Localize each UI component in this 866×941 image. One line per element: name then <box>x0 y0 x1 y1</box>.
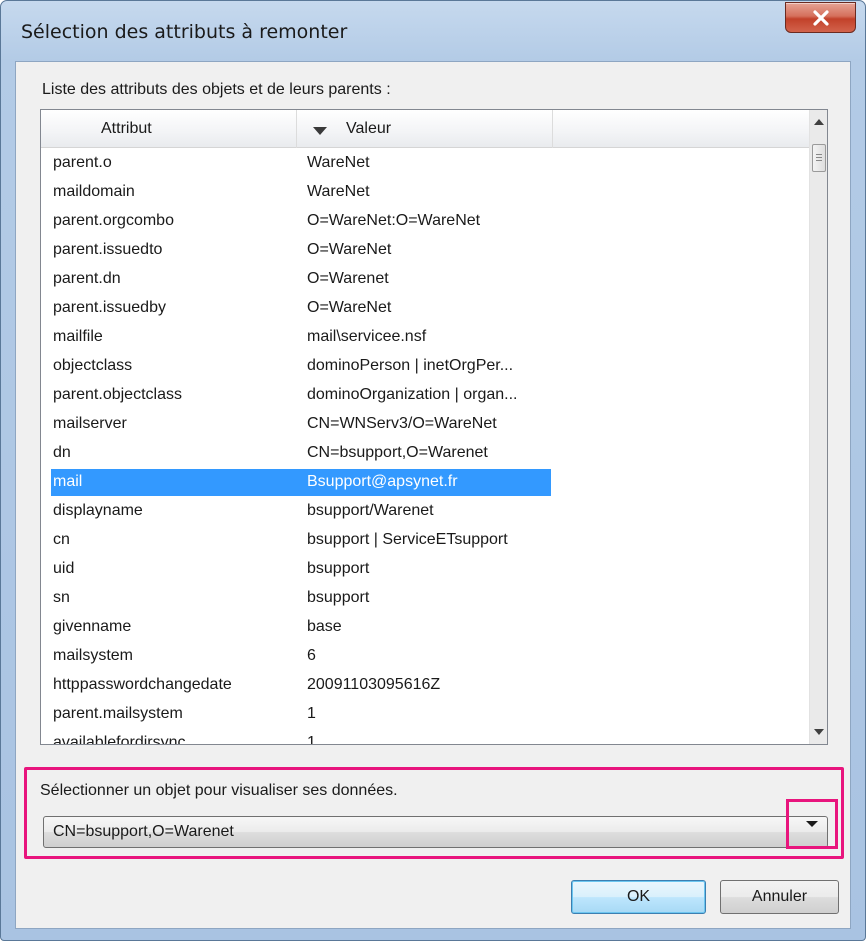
cell-attribute: httppasswordchangedate <box>53 676 232 693</box>
combobox-dropdown-button[interactable] <box>786 799 838 849</box>
dialog-window: Sélection des attributs à remonter Liste… <box>0 0 866 941</box>
cell-value: base <box>307 618 342 635</box>
cell-attribute: availablefordirsync <box>53 734 186 745</box>
cell-value: 1 <box>307 705 316 722</box>
cell-value: O=WareNet <box>307 299 392 316</box>
table-row[interactable]: givenname base <box>41 614 809 641</box>
cell-value: 1 <box>307 734 316 745</box>
cancel-button[interactable]: Annuler <box>720 880 839 914</box>
cell-value: 20091103095616Z <box>307 676 441 693</box>
table-row[interactable]: cn bsupport | ServiceETsupport <box>41 527 809 554</box>
cell-value: O=Warenet <box>307 270 389 287</box>
table-row[interactable]: parent.orgcombo O=WareNet:O=WareNet <box>41 208 809 235</box>
cell-attribute: objectclass <box>53 357 133 374</box>
cell-attribute: givenname <box>53 618 132 635</box>
table-row[interactable]: mailserver CN=WNServ3/O=WareNet <box>41 411 809 438</box>
attributes-listview[interactable]: Attribut Valeur parent.o WareNet maildomai… <box>40 109 828 745</box>
cell-attribute: mailsystem <box>53 647 134 664</box>
cell-attribute: parent.objectclass <box>53 386 182 403</box>
cell-value: bsupport | ServiceETsupport <box>307 531 508 548</box>
cell-attribute: dn <box>53 444 71 461</box>
cell-attribute: parent.dn <box>53 270 121 287</box>
table-row[interactable]: availablefordirsync 1 <box>41 730 809 745</box>
object-select-value: CN=bsupport,O=Warenet <box>53 823 234 840</box>
window-title: Sélection des attributs à remonter <box>21 21 348 43</box>
cell-value: Bsupport@apsynet.fr <box>307 473 458 490</box>
cell-attribute: mail <box>53 473 83 490</box>
cell-value: bsupport <box>307 560 370 577</box>
cell-value: O=WareNet:O=WareNet <box>307 212 481 229</box>
scroll-up-arrow-icon[interactable] <box>810 110 827 134</box>
table-row[interactable]: parent.o WareNet <box>41 150 809 177</box>
chevron-down-icon <box>805 815 819 833</box>
cell-attribute: parent.issuedby <box>53 299 166 316</box>
object-selector-group: Sélectionner un objet pour visualiser se… <box>24 767 844 859</box>
cell-value: CN=WNServ3/O=WareNet <box>307 415 497 432</box>
cell-attribute: parent.issuedto <box>53 241 163 258</box>
column-header-filler <box>553 110 809 148</box>
table-row[interactable]: parent.objectclass dominoOrganization | o… <box>41 382 809 409</box>
table-row[interactable]: uid bsupport <box>41 556 809 583</box>
table-row[interactable]: parent.mailsystem 1 <box>41 701 809 728</box>
cell-attribute: cn <box>53 531 70 548</box>
table-row[interactable]: parent.dn O=Warenet <box>41 266 809 293</box>
cell-value: dominoOrganization | organ... <box>307 386 518 403</box>
cell-attribute: uid <box>53 560 75 577</box>
scroll-down-arrow-icon[interactable] <box>810 720 827 744</box>
cell-attribute: displayname <box>53 502 143 519</box>
dialog-client-area: Liste des attributs des objets et de leu… <box>15 61 851 929</box>
table-row[interactable]: dn CN=bsupport,O=Warenet <box>41 440 809 467</box>
cell-attribute: mailfile <box>53 328 103 345</box>
table-row[interactable]: sn bsupport <box>41 585 809 612</box>
table-row[interactable]: displayname bsupport/Warenet <box>41 498 809 525</box>
cell-attribute: parent.mailsystem <box>53 705 183 722</box>
table-row[interactable]: mailsystem 6 <box>41 643 809 670</box>
column-label-value: Valeur <box>346 120 392 137</box>
cell-value: dominoPerson | inetOrgPer... <box>307 357 514 374</box>
cell-value: mail\servicee.nsf <box>307 328 427 345</box>
table-row[interactable]: parent.issuedby O=WareNet <box>41 295 809 322</box>
table-row[interactable]: maildomain WareNet <box>41 179 809 206</box>
selection-highlight <box>51 469 551 496</box>
cell-attribute: maildomain <box>53 183 135 200</box>
cell-value: CN=bsupport,O=Warenet <box>307 444 488 461</box>
cell-attribute: parent.orgcombo <box>53 212 174 229</box>
scrollbar-thumb[interactable] <box>812 144 826 172</box>
listview-header: Attribut Valeur <box>41 110 809 148</box>
close-button[interactable] <box>785 2 856 33</box>
cell-value: 6 <box>307 647 316 664</box>
cell-attribute: sn <box>53 589 70 606</box>
cell-attribute: parent.o <box>53 154 112 171</box>
sort-descending-icon <box>312 123 328 141</box>
table-row[interactable]: mail Bsupport@apsynet.fr <box>41 469 809 496</box>
table-row[interactable]: parent.issuedto O=WareNet <box>41 237 809 264</box>
object-select-combobox[interactable]: CN=bsupport,O=Warenet <box>43 816 828 848</box>
column-label-attribute: Attribut <box>101 120 152 137</box>
column-header-value[interactable]: Valeur <box>297 110 553 148</box>
table-row[interactable]: objectclass dominoPerson | inetOrgPer... <box>41 353 809 380</box>
cell-attribute: mailserver <box>53 415 127 432</box>
cell-value: bsupport <box>307 589 370 606</box>
cell-value: WareNet <box>307 183 370 200</box>
title-bar: Sélection des attributs à remonter <box>1 1 865 61</box>
list-caption: Liste des attributs des objets et de leu… <box>42 81 391 98</box>
column-header-attribute[interactable]: Attribut <box>41 110 297 148</box>
ok-button[interactable]: OK <box>571 880 706 914</box>
cell-value: O=WareNet <box>307 241 392 258</box>
table-row[interactable]: mailfile mail\servicee.nsf <box>41 324 809 351</box>
cell-value: bsupport/Warenet <box>307 502 434 519</box>
cell-value: WareNet <box>307 154 370 171</box>
close-icon <box>786 3 855 32</box>
vertical-scrollbar[interactable] <box>809 110 827 744</box>
object-selector-caption: Sélectionner un objet pour visualiser se… <box>40 782 398 799</box>
table-row[interactable]: httppasswordchangedate 20091103095616Z <box>41 672 809 699</box>
